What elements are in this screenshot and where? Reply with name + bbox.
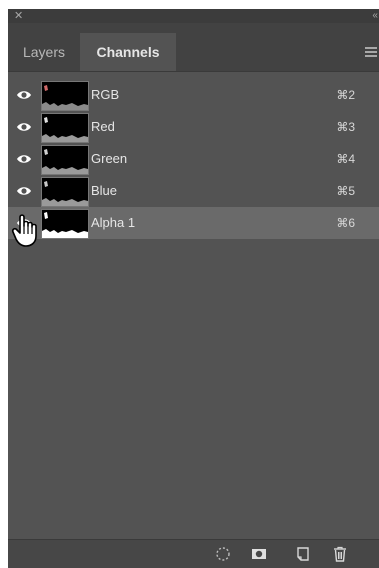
channel-label: Green [91,151,128,166]
panel-title-bar: ✕ ‹‹ [8,9,379,23]
tab-layers[interactable]: Layers [8,33,80,71]
tab-channels[interactable]: Channels [80,33,176,71]
channel-label: Alpha 1 [91,215,136,230]
channel-label: RGB [91,87,120,102]
channel-shortcut: ⌘6 [336,216,355,230]
trash-icon[interactable] [331,545,349,563]
channel-shortcut: ⌘4 [336,152,355,166]
channel-label: Blue [91,183,118,198]
channel-thumbnail [41,81,89,111]
channel-thumbnail [41,113,89,143]
close-icon[interactable]: ✕ [14,9,23,23]
eye-icon[interactable] [16,152,32,166]
save-selection-mask-icon[interactable] [250,545,268,563]
channel-thumbnail [41,145,89,175]
channel-row-red[interactable]: Red ⌘3 [8,111,379,143]
tab-bar: Layers Channels [8,23,379,72]
panel-menu-icon[interactable] [365,47,377,59]
channel-label: Red [91,119,115,134]
new-channel-icon[interactable] [294,545,312,563]
eye-icon[interactable] [16,88,32,102]
channel-row-green[interactable]: Green ⌘4 [8,143,379,175]
hand-cursor-icon [11,214,37,247]
channel-thumbnail [41,177,89,207]
channel-shortcut: ⌘5 [336,184,355,198]
channel-thumbnail [41,209,89,239]
channel-shortcut: ⌘3 [336,120,355,134]
channel-row-alpha-1[interactable]: Alpha 1 ⌘6 [8,207,379,239]
channel-row-rgb[interactable]: RGB ⌘2 [8,79,379,111]
channels-panel: ✕ ‹‹ Layers Channels RGB ⌘2 Red ⌘3 Green… [8,9,379,568]
panel-footer [8,539,379,568]
eye-icon[interactable] [16,120,32,134]
load-selection-icon[interactable] [214,545,232,563]
eye-icon[interactable] [16,184,32,198]
channel-row-blue[interactable]: Blue ⌘5 [8,175,379,207]
collapse-icon[interactable]: ‹‹ [372,9,378,23]
channel-shortcut: ⌘2 [336,88,355,102]
